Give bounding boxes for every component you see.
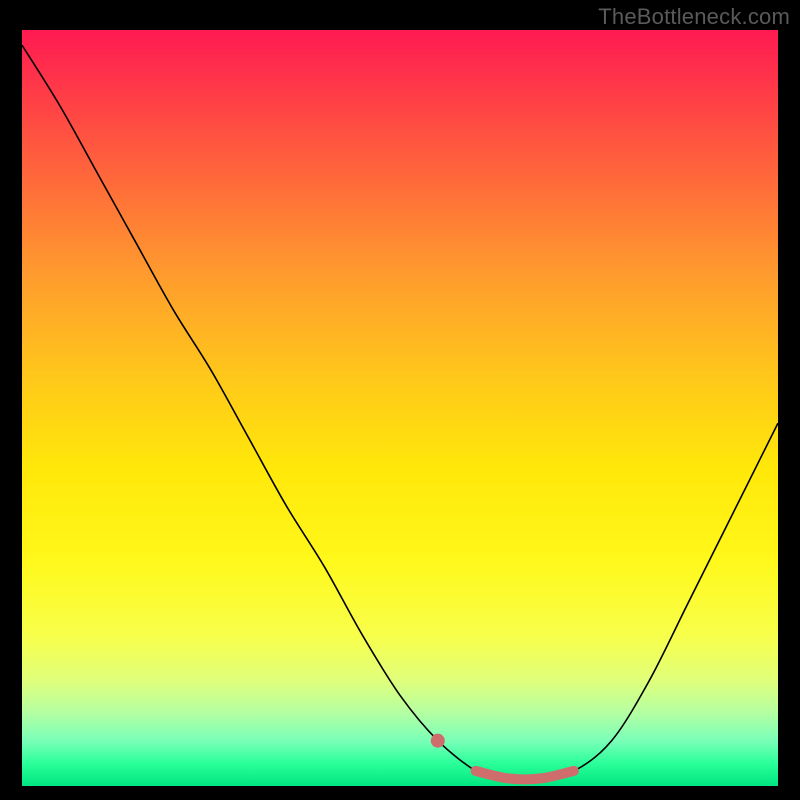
- bottleneck-curve: [22, 45, 778, 779]
- highlight-segment: [476, 771, 574, 779]
- plot-area: [22, 30, 778, 786]
- highlight-dot: [431, 734, 445, 748]
- watermark: TheBottleneck.com: [598, 4, 790, 30]
- chart-container: TheBottleneck.com: [0, 0, 800, 800]
- curve-svg: [22, 30, 778, 786]
